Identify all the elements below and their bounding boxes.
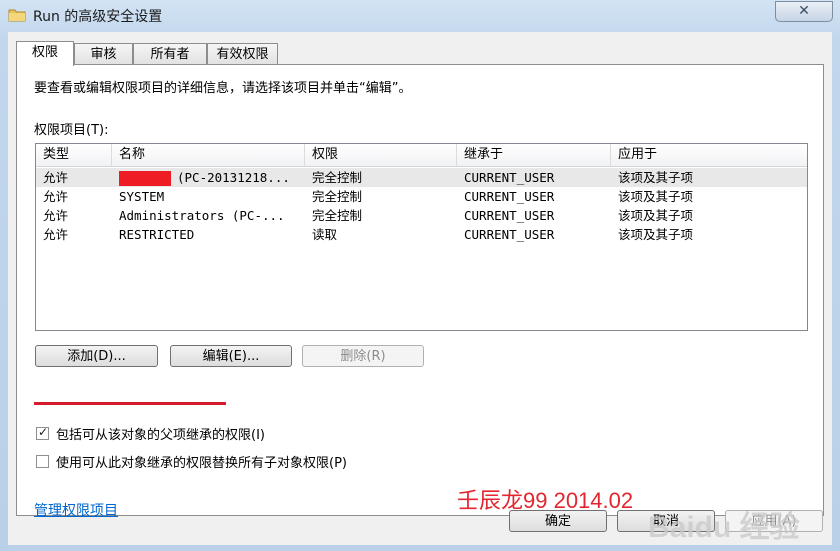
- cell-type: 允许: [43, 208, 69, 223]
- cell-inherited-from: CURRENT_USER: [464, 227, 555, 242]
- tab-owner[interactable]: 所有者: [133, 43, 207, 65]
- permission-entries-label: 权限项目(T):: [34, 123, 109, 138]
- cell-permission: 完全控制: [312, 170, 363, 185]
- close-button[interactable]: ✕: [775, 1, 833, 22]
- cell-permission: 完全控制: [312, 189, 363, 204]
- edit-button[interactable]: 编辑(E)...: [170, 345, 292, 367]
- column-header-name[interactable]: 名称: [112, 144, 305, 166]
- column-header-permission[interactable]: 权限: [305, 144, 457, 166]
- redaction-mark: [119, 171, 171, 186]
- column-header-type[interactable]: 类型: [36, 144, 112, 166]
- cell-name: Administrators (PC-...: [119, 208, 285, 223]
- cell-name-text: (PC-20131218...: [177, 170, 290, 185]
- add-button[interactable]: 添加(D)...: [35, 345, 158, 367]
- list-header: 类型 名称 权限 继承于 应用于: [36, 144, 807, 167]
- cell-permission: 读取: [312, 227, 338, 242]
- column-header-applies-to[interactable]: 应用于: [611, 144, 807, 166]
- instructions-text: 要查看或编辑权限项目的详细信息，请选择该项目并单击“编辑”。: [34, 81, 412, 96]
- replace-child-permissions-label: 使用可从此对象继承的权限替换所有子对象权限(P): [56, 456, 347, 471]
- cell-type: 允许: [43, 189, 69, 204]
- cell-inherited-from: CURRENT_USER: [464, 189, 555, 204]
- cell-applies-to: 该项及其子项: [618, 189, 694, 204]
- column-header-inherited-from[interactable]: 继承于: [457, 144, 611, 166]
- security-settings-window: Run 的高级安全设置 ✕ 权限 审核 所有者 有效权限 要查看或编辑权限项目的…: [0, 0, 840, 551]
- baidu-watermark: Baidu 经验: [648, 511, 800, 544]
- remove-button[interactable]: 删除(R): [302, 345, 424, 367]
- tab-auditing[interactable]: 审核: [74, 43, 133, 65]
- title-bar[interactable]: Run 的高级安全设置 ✕: [0, 0, 840, 30]
- replace-child-permissions-checkbox[interactable]: [36, 455, 49, 468]
- cell-type: 允许: [43, 170, 69, 185]
- permission-entries-list[interactable]: 类型 名称 权限 继承于 应用于 允许 (PC-20131218... 完全控制…: [35, 143, 808, 331]
- dialog-client: 权限 审核 所有者 有效权限 要查看或编辑权限项目的详细信息，请选择该项目并单击…: [8, 32, 832, 545]
- cell-inherited-from: CURRENT_USER: [464, 170, 555, 185]
- cell-name: RESTRICTED: [119, 227, 195, 242]
- inherit-permissions-label: 包括可从该对象的父项继承的权限(I): [56, 428, 265, 443]
- cell-applies-to: 该项及其子项: [618, 170, 694, 185]
- table-row[interactable]: 允许 RESTRICTED 读取 CURRENT_USER 该项及其子项: [36, 225, 807, 244]
- ok-button[interactable]: 确定: [509, 510, 607, 532]
- checkmark-icon: ✓: [38, 425, 49, 439]
- window-title: Run 的高级安全设置: [33, 9, 163, 25]
- cell-name: (PC-20131218...: [112, 168, 305, 187]
- table-row[interactable]: 允许 SYSTEM 完全控制 CURRENT_USER 该项及其子项: [36, 187, 807, 206]
- cell-applies-to: 该项及其子项: [618, 208, 694, 223]
- inherit-permissions-checkbox[interactable]: ✓: [36, 425, 49, 440]
- permissions-panel: 要查看或编辑权限项目的详细信息，请选择该项目并单击“编辑”。 权限项目(T): …: [16, 64, 824, 519]
- close-icon: ✕: [798, 3, 810, 19]
- cell-permission: 完全控制: [312, 208, 363, 223]
- cell-inherited-from: CURRENT_USER: [464, 208, 555, 223]
- manage-permission-entries-link[interactable]: 管理权限项目: [34, 500, 118, 520]
- tab-permissions[interactable]: 权限: [16, 41, 74, 66]
- highlight-underline: [34, 402, 226, 405]
- cell-applies-to: 该项及其子项: [618, 227, 694, 242]
- folder-icon: [8, 9, 26, 22]
- tab-effective-permissions[interactable]: 有效权限: [207, 43, 278, 65]
- table-row[interactable]: 允许 Administrators (PC-... 完全控制 CURRENT_U…: [36, 206, 807, 225]
- cell-name: SYSTEM: [119, 189, 165, 204]
- table-row[interactable]: 允许 (PC-20131218... 完全控制 CURRENT_USER 该项及…: [36, 168, 807, 187]
- cell-type: 允许: [43, 227, 69, 242]
